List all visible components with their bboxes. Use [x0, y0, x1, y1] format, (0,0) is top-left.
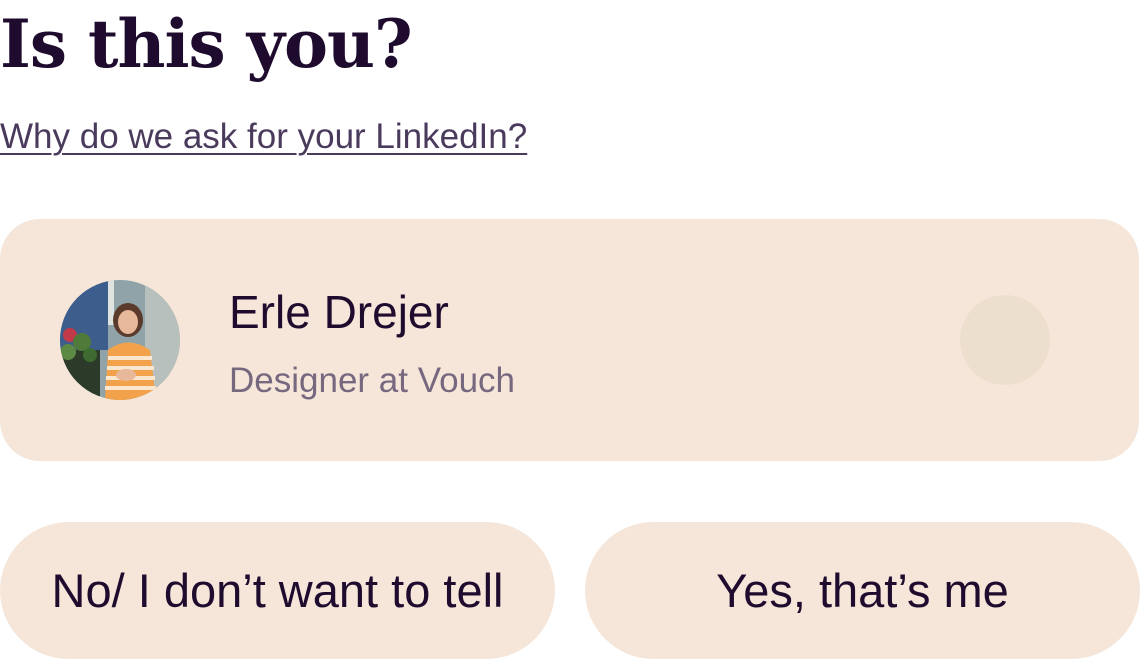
confirm-button[interactable]: Yes, that’s me — [585, 522, 1140, 659]
profile-photo-icon — [60, 280, 180, 400]
select-radio[interactable] — [960, 295, 1050, 385]
avatar — [60, 280, 180, 400]
profile-name: Erle Drejer — [229, 286, 449, 338]
profile-role: Designer at Vouch — [229, 361, 516, 400]
why-linkedin-link[interactable]: Why do we ask for your LinkedIn? — [0, 114, 527, 160]
page-title: Is this you? — [0, 5, 413, 83]
decline-button[interactable]: No/ I don’t want to tell — [0, 522, 555, 659]
profile-card[interactable]: Erle Drejer Designer at Vouch — [0, 219, 1139, 461]
